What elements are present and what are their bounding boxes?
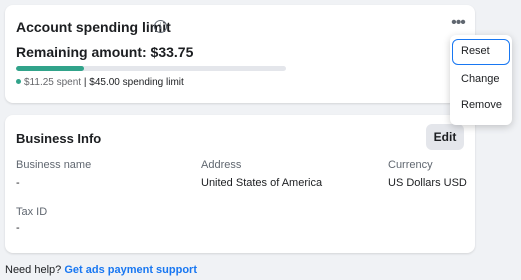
spending-progress-fill — [16, 66, 84, 71]
spent-dot-icon — [16, 79, 21, 84]
menu-item-change[interactable]: Change — [452, 66, 510, 92]
currency-label: Currency — [388, 159, 433, 171]
business-info-title: Business Info — [16, 131, 102, 146]
remaining-amount: Remaining amount: $33.75 — [16, 44, 194, 60]
business-name-label: Business name — [16, 159, 92, 171]
tax-id-value: - — [16, 222, 20, 234]
tax-id-label: Tax ID — [16, 206, 48, 218]
address-value: United States of America — [201, 177, 323, 189]
edit-button[interactable]: Edit — [426, 124, 464, 150]
menu-item-reset[interactable]: Reset — [452, 39, 510, 65]
spent-amount: $11.25 spent — [24, 77, 82, 88]
spending-limit-title: Account spending limit — [16, 19, 171, 35]
payment-support-link[interactable]: Get ads payment support — [64, 264, 197, 276]
spending-limit-card: Account spending limit i ••• Remaining a… — [5, 5, 475, 103]
spending-limit-amount: $45.00 spending limit — [89, 77, 184, 88]
help-prompt: Need help? — [5, 264, 62, 276]
help-footer: Need help? Get ads payment support — [5, 264, 197, 276]
menu-item-remove[interactable]: Remove — [452, 92, 510, 118]
address-label: Address — [201, 159, 242, 171]
business-name-value: - — [16, 177, 20, 189]
business-info-card: Business Info Edit Business name - Addre… — [5, 115, 475, 253]
currency-value: US Dollars USD — [388, 177, 467, 189]
spending-progress-bar — [16, 66, 286, 71]
spent-summary: $11.25 spent | $45.00 spending limit — [16, 77, 184, 88]
more-options-icon[interactable]: ••• — [448, 15, 468, 32]
options-dropdown-menu: Reset Change Remove — [450, 35, 512, 125]
info-icon[interactable]: i — [154, 20, 167, 33]
separator: | — [83, 77, 87, 88]
